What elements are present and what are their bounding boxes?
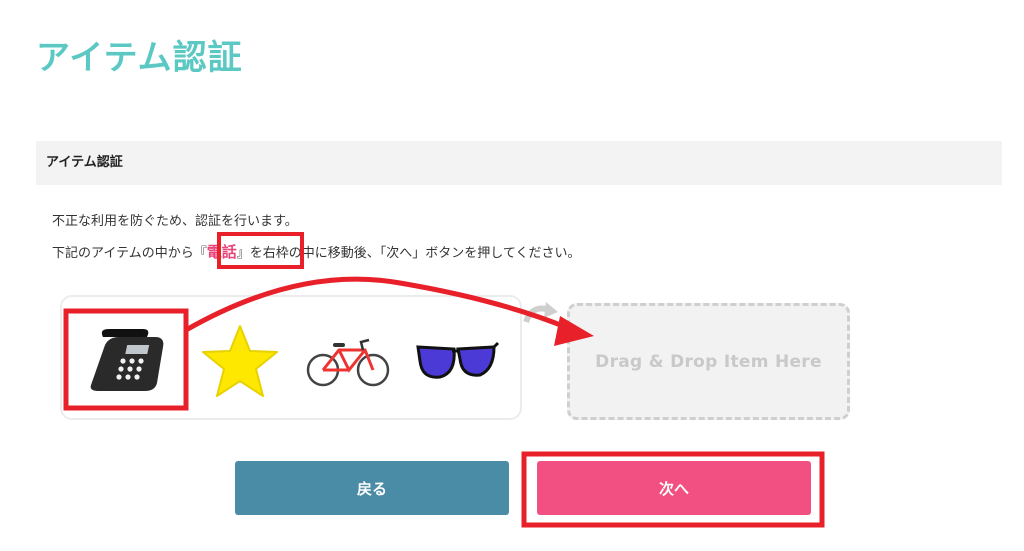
page-title: アイテム認証 bbox=[36, 38, 243, 78]
quote-close: 』 bbox=[236, 246, 250, 261]
section-header: アイテム認証 bbox=[36, 141, 1002, 185]
next-button[interactable]: 次へ bbox=[537, 461, 811, 515]
annotation-overlay bbox=[63, 232, 825, 528]
telephone-icon bbox=[90, 329, 164, 391]
instruction-text-after: を右枠の中に移動後、「次へ」ボタンを押してください。 bbox=[249, 246, 581, 261]
instruction-line-2: 下記のアイテムの中から『電話』を右枠の中に移動後、「次へ」ボタンを押してください… bbox=[52, 241, 580, 262]
item-star[interactable] bbox=[195, 318, 285, 406]
instruction-text-before: 下記のアイテムの中から bbox=[52, 246, 194, 261]
item-bicycle[interactable] bbox=[303, 318, 393, 406]
instruction-line-1: 不正な利用を防ぐため、認証を行います。 bbox=[52, 214, 298, 229]
sunglasses-icon bbox=[416, 341, 500, 379]
item-telephone[interactable] bbox=[82, 318, 172, 406]
bicycle-icon bbox=[306, 338, 390, 387]
back-button[interactable]: 戻る bbox=[235, 461, 509, 515]
drop-zone[interactable]: Drag & Drop Item Here bbox=[567, 303, 850, 420]
star-icon bbox=[202, 325, 278, 397]
quote-open: 『 bbox=[193, 246, 207, 261]
curved-arrow-icon bbox=[523, 302, 558, 324]
item-sunglasses[interactable] bbox=[412, 318, 502, 406]
target-item-word: 電話 bbox=[206, 243, 237, 261]
